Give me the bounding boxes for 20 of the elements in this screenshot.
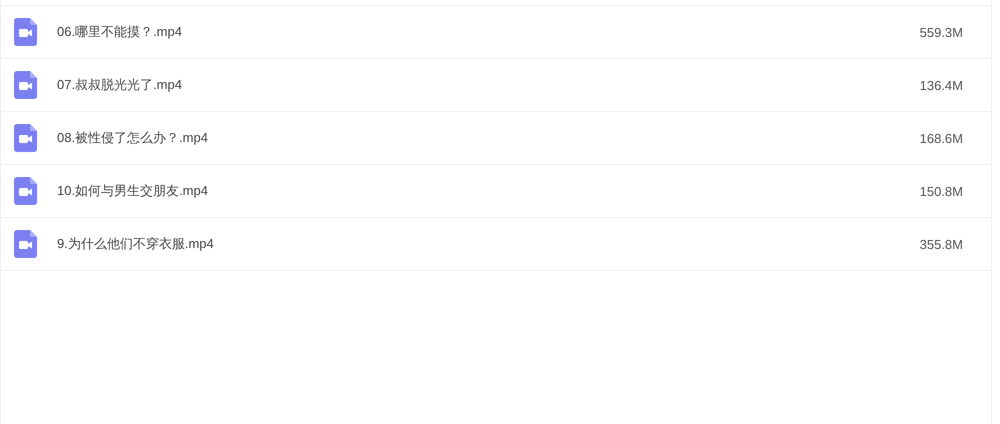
file-row[interactable]: 07.叔叔脱光光了.mp4 136.4M [1,59,991,112]
file-row[interactable]: 06.哪里不能摸？.mp4 559.3M [1,6,991,59]
file-size: 355.8M [918,236,963,252]
video-file-icon [14,18,37,46]
video-file-icon [14,71,37,99]
file-name: 10.如何与男生交朋友.mp4 [57,182,209,200]
file-name: 06.哪里不能摸？.mp4 [57,23,183,41]
file-size: 168.6M [918,130,963,146]
file-name: 9.为什么他们不穿衣服.mp4 [57,235,215,253]
file-size: 136.4M [918,78,963,92]
file-size: 559.3M [918,24,963,40]
file-row[interactable]: 08.被性侵了怎么办？.mp4 168.6M [1,112,991,165]
file-name: 07.叔叔脱光光了.mp4 [57,76,183,94]
file-row[interactable]: 10.如何与男生交朋友.mp4 150.8M [1,165,991,218]
video-file-icon [14,177,37,205]
file-name: 08.被性侵了怎么办？.mp4 [57,129,209,147]
video-file-icon [14,124,37,152]
video-file-icon [14,230,37,258]
file-size: 150.8M [918,184,963,198]
file-row[interactable]: 9.为什么他们不穿衣服.mp4 355.8M [1,218,991,271]
